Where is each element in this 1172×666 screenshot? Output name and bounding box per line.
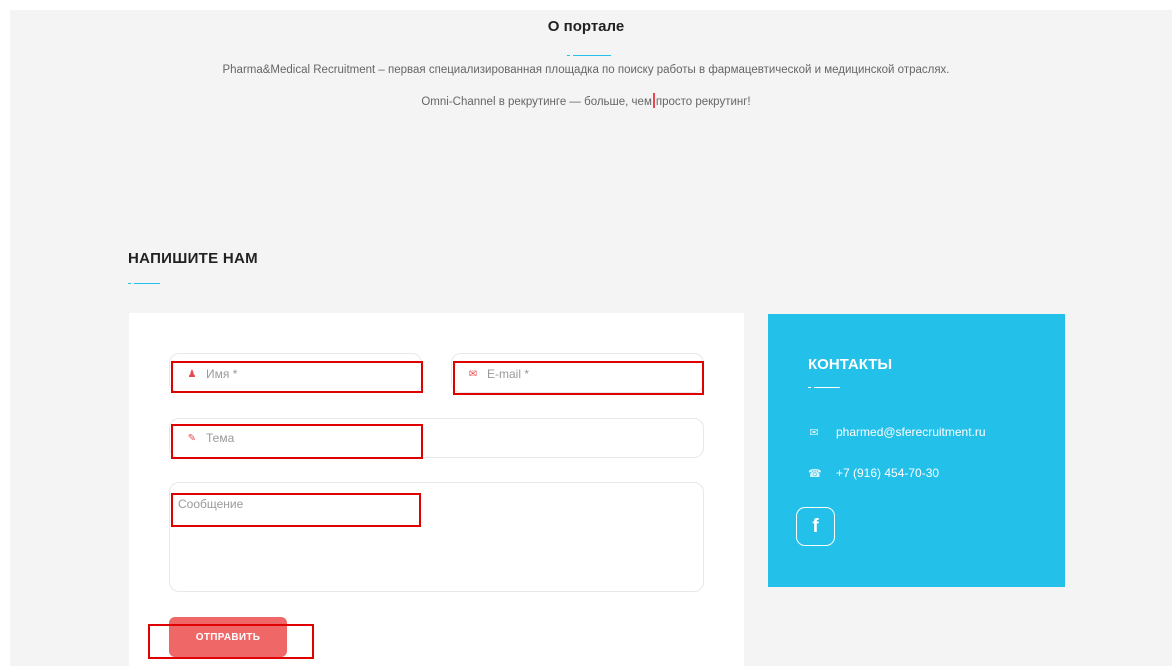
facebook-icon: f (812, 515, 819, 537)
facebook-button[interactable]: f (796, 507, 835, 546)
contacts-title: КОНТАКТЫ (808, 356, 893, 373)
about-description: Pharma&Medical Recruitment – первая спец… (222, 64, 950, 76)
title-underline-dot (567, 55, 570, 56)
phone-icon: ☎ (808, 467, 822, 480)
highlight-box-subject (171, 424, 423, 459)
envelope-icon: ✉ (809, 426, 819, 439)
contact-phone-link[interactable]: +7 (916) 454-70-30 (836, 466, 939, 480)
text-cursor-marker (652, 93, 655, 108)
form-title-underline-dot (128, 283, 131, 284)
contact-email-row: ✉ pharmed@sferecruitment.ru (808, 425, 986, 439)
highlight-box-name (171, 361, 423, 393)
highlight-box-message (171, 493, 421, 527)
title-underline (573, 55, 611, 56)
contact-form-title: НАПИШИТЕ НАМ (128, 250, 258, 267)
contacts-underline (814, 387, 840, 388)
form-title-underline (134, 283, 160, 284)
contact-email-link[interactable]: pharmed@sferecruitment.ru (836, 425, 986, 439)
about-slogan-part2: просто рекрутинг! (655, 96, 751, 108)
contact-phone-row: ☎ +7 (916) 454-70-30 (808, 466, 939, 480)
contacts-underline-dot (808, 387, 811, 388)
about-slogan: Omni-Channel в рекрутинге — больше, чем п… (0, 93, 1172, 108)
highlight-box-email (453, 361, 704, 395)
about-title: О портале (547, 18, 625, 35)
contacts-panel: КОНТАКТЫ ✉ pharmed@sferecruitment.ru ☎ +… (768, 314, 1065, 587)
highlight-box-submit (148, 624, 314, 659)
about-slogan-part1: Omni-Channel в рекрутинге — больше, чем (421, 96, 652, 108)
